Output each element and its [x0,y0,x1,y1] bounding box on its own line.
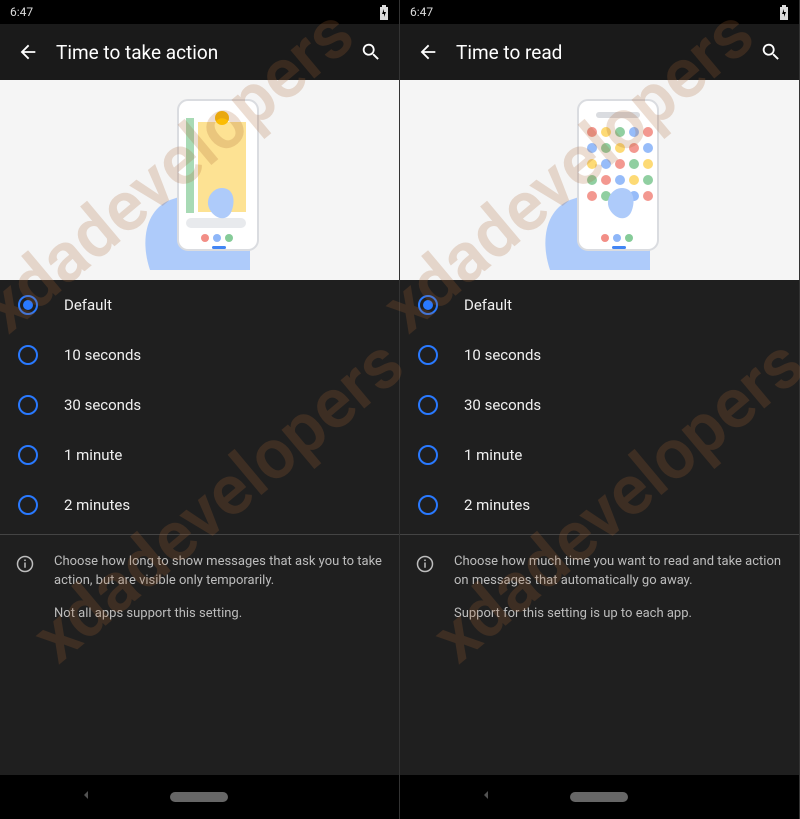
radio-icon [18,345,38,365]
info-text: Choose how long to show messages that as… [54,553,383,591]
option-label: 30 seconds [64,396,141,414]
illustration-action [0,80,399,280]
radio-icon [18,395,38,415]
page-title: Time to read [456,41,751,64]
info-icon [416,553,434,624]
illustration-read [400,80,799,280]
radio-icon [418,445,438,465]
option-label: 1 minute [64,446,122,464]
radio-icon [418,295,438,315]
status-time: 6:47 [10,5,33,19]
info-text: Support for this setting is up to each a… [454,605,783,624]
option-label: 10 seconds [64,346,141,364]
option-2min[interactable]: 2 minutes [0,480,399,530]
options-list: Default 10 seconds 30 seconds 1 minute 2… [400,280,799,775]
back-button[interactable] [408,32,448,72]
nav-back-button[interactable] [478,787,494,807]
radio-icon [418,495,438,515]
radio-icon [18,295,38,315]
nav-home-button[interactable] [170,792,228,802]
nav-bar [0,775,399,819]
info-text: Choose how much time you want to read an… [454,553,783,591]
status-bar: 6:47 [0,0,399,24]
pane-right: xdadevelopers xdadevelopers 6:47 Time to… [400,0,800,819]
option-30s[interactable]: 30 seconds [0,380,399,430]
search-button[interactable] [351,32,391,72]
option-label: 10 seconds [464,346,541,364]
radio-icon [18,445,38,465]
option-default[interactable]: Default [0,280,399,330]
option-1min[interactable]: 1 minute [0,430,399,480]
nav-home-button[interactable] [570,792,628,802]
option-label: Default [464,296,512,314]
options-list: Default 10 seconds 30 seconds 1 minute 2… [0,280,399,775]
divider [400,534,799,535]
search-button[interactable] [751,32,791,72]
option-default[interactable]: Default [400,280,799,330]
page-title: Time to take action [56,41,351,64]
option-2min[interactable]: 2 minutes [400,480,799,530]
nav-bar [400,775,799,819]
status-bar: 6:47 [400,0,799,24]
option-label: 30 seconds [464,396,541,414]
app-bar: Time to read [400,24,799,80]
pane-left: xdadevelopers xdadevelopers 6:47 Time to… [0,0,400,819]
nav-back-button[interactable] [78,787,94,807]
radio-icon [18,495,38,515]
option-10s[interactable]: 10 seconds [0,330,399,380]
option-1min[interactable]: 1 minute [400,430,799,480]
back-button[interactable] [8,32,48,72]
option-label: 2 minutes [64,496,130,514]
battery-icon [779,5,789,20]
option-label: 2 minutes [464,496,530,514]
radio-icon [418,345,438,365]
option-label: Default [64,296,112,314]
option-label: 1 minute [464,446,522,464]
info-block: Choose how much time you want to read an… [400,539,799,638]
status-time: 6:47 [410,5,433,19]
info-text: Not all apps support this setting. [54,605,383,624]
option-30s[interactable]: 30 seconds [400,380,799,430]
info-block: Choose how long to show messages that as… [0,539,399,638]
divider [0,534,399,535]
info-icon [16,553,34,624]
radio-icon [418,395,438,415]
battery-icon [379,5,389,20]
app-bar: Time to take action [0,24,399,80]
option-10s[interactable]: 10 seconds [400,330,799,380]
